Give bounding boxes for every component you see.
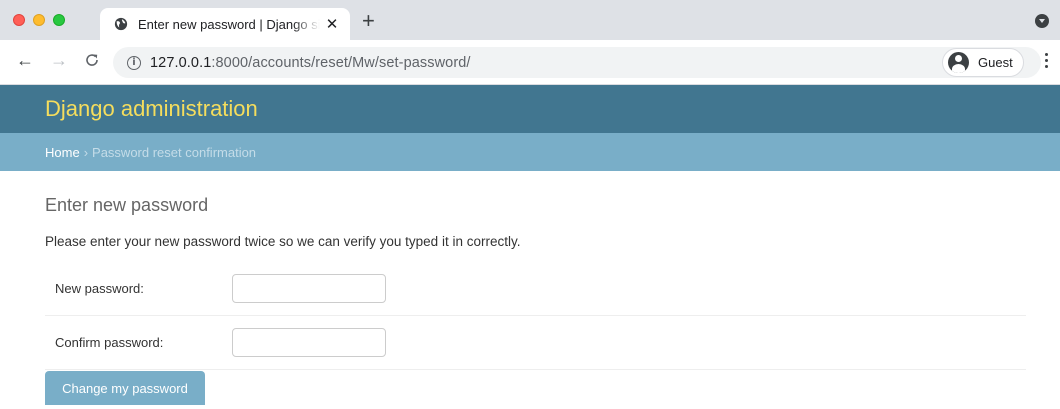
globe-icon bbox=[114, 17, 128, 31]
reload-icon[interactable] bbox=[84, 52, 100, 71]
plus-icon[interactable]: + bbox=[362, 10, 375, 32]
new-password-label: New password: bbox=[55, 281, 144, 296]
profile-button[interactable]: Guest bbox=[942, 48, 1024, 77]
confirm-password-input[interactable] bbox=[232, 328, 386, 357]
change-password-button[interactable]: Change my password bbox=[45, 371, 205, 405]
browser-tabstrip: Enter new password | Django site admin ✕… bbox=[0, 0, 1060, 40]
forward-icon[interactable]: → bbox=[50, 51, 68, 69]
url-text: 127.0.0.1:8000/accounts/reset/Mw/set-pas… bbox=[150, 55, 471, 71]
main-content: Enter new password Please enter your new… bbox=[0, 195, 1060, 405]
profile-label: Guest bbox=[978, 55, 1013, 70]
page-title: Enter new password bbox=[45, 195, 209, 215]
intro-text: Please enter your new password twice so … bbox=[45, 234, 521, 249]
browser-tab[interactable]: Enter new password | Django site admin ✕ bbox=[100, 8, 350, 40]
password-form: New password: Confirm password: bbox=[45, 262, 1026, 370]
minimize-window-button[interactable] bbox=[33, 14, 45, 26]
breadcrumb-separator: › bbox=[83, 144, 89, 160]
avatar-icon bbox=[948, 52, 969, 73]
url-path: :8000/accounts/reset/Mw/set-password/ bbox=[211, 54, 471, 71]
confirm-password-label: Confirm password: bbox=[55, 335, 164, 350]
address-bar[interactable]: i 127.0.0.1:8000/accounts/reset/Mw/set-p… bbox=[113, 47, 1041, 78]
close-window-button[interactable] bbox=[13, 14, 25, 26]
window-controls bbox=[13, 14, 65, 26]
url-host: 127.0.0.1 bbox=[150, 54, 212, 71]
more-icon[interactable] bbox=[1045, 53, 1048, 68]
breadcrumb: Home › Password reset confirmation bbox=[0, 133, 1060, 171]
close-icon[interactable]: ✕ bbox=[324, 17, 340, 32]
browser-toolbar: ← → i 127.0.0.1:8000/accounts/reset/Mw/s… bbox=[0, 40, 1060, 85]
site-header: Django administration bbox=[0, 85, 1060, 133]
back-icon[interactable]: ← bbox=[16, 51, 34, 69]
breadcrumb-home-link[interactable]: Home bbox=[45, 145, 80, 160]
info-icon[interactable]: i bbox=[127, 55, 141, 70]
form-row-new-password: New password: bbox=[45, 262, 1026, 316]
tab-title: Enter new password | Django site admin bbox=[138, 16, 320, 32]
maximize-window-button[interactable] bbox=[53, 14, 65, 26]
site-branding[interactable]: Django administration bbox=[45, 96, 258, 122]
new-password-input[interactable] bbox=[232, 274, 386, 303]
tab-search-icon[interactable] bbox=[1035, 14, 1049, 28]
form-row-confirm-password: Confirm password: bbox=[45, 316, 1026, 370]
breadcrumb-current: Password reset confirmation bbox=[92, 144, 257, 160]
